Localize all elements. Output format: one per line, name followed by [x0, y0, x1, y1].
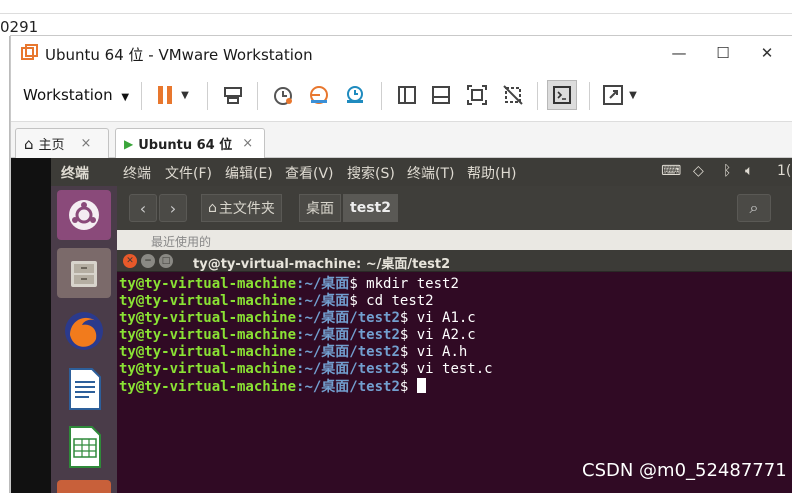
terminal-title: ty@ty-virtual-machine: ~/桌面/test2 — [193, 257, 451, 272]
vm-running-icon: ▶ — [124, 136, 134, 151]
ubuntu-launcher — [51, 186, 117, 493]
watermark: CSDN @m0_52487771 — [582, 460, 787, 481]
dash-icon[interactable] — [57, 190, 111, 240]
terminal-view-icon[interactable] — [547, 80, 577, 110]
terminal-maximize-icon[interactable]: □ — [159, 254, 173, 268]
terminal-window[interactable]: ✕ − □ ty@ty-virtual-machine: ~/桌面/test2 … — [117, 250, 792, 493]
menu-terminal-t[interactable]: 终端(T) — [407, 163, 454, 183]
terminal-output[interactable]: ty@ty-virtual-machine:~/桌面$ mkdir test2 … — [119, 276, 493, 395]
tab-ubuntu[interactable]: ▶ Ubuntu 64 位 × — [115, 128, 265, 158]
toolbar-divider — [537, 82, 538, 110]
menu-edit[interactable]: 编辑(E) — [225, 163, 273, 183]
active-app-name: 终端 — [61, 166, 89, 182]
ubuntu-top-panel: 终端 终端 文件(F) 编辑(E) 查看(V) 搜索(S) 终端(T) 帮助(H… — [51, 158, 792, 186]
bluetooth-icon[interactable]: ᛒ — [723, 163, 731, 179]
stretch-icon[interactable] — [599, 82, 627, 108]
menu-search[interactable]: 搜索(S) — [347, 163, 395, 183]
console-view-icon[interactable] — [427, 82, 455, 108]
send-keys-icon[interactable] — [219, 82, 247, 108]
wifi-icon[interactable]: ◇ — [693, 163, 704, 179]
pause-icon[interactable] — [151, 82, 179, 108]
breadcrumb-home-label: 主文件夹 — [218, 201, 275, 217]
clock-fragment[interactable]: 1( — [777, 163, 791, 179]
revert-snapshot-icon[interactable] — [305, 82, 333, 108]
host-window-edge — [0, 36, 10, 493]
terminal-line: ty@ty-virtual-machine:~/桌面/test2$ — [119, 378, 493, 395]
stretch-dropdown-icon[interactable]: ▼ — [625, 82, 641, 108]
snapshot-manager-icon[interactable] — [341, 82, 369, 108]
libreoffice-calc-icon[interactable] — [57, 422, 111, 472]
file-manager-body: 最近使用的 — [117, 230, 792, 250]
firefox-icon[interactable] — [57, 306, 111, 356]
menu-terminal[interactable]: 终端 — [123, 163, 151, 183]
terminal-line: ty@ty-virtual-machine:~/桌面/test2$ vi A2.… — [119, 327, 476, 343]
menu-view[interactable]: 查看(V) — [285, 163, 334, 183]
toolbar-divider — [141, 82, 142, 110]
vmware-window: Ubuntu 64 位 - VMware Workstation — ☐ ✕ W… — [10, 35, 792, 493]
vmware-logo-icon — [21, 44, 38, 60]
full-view-icon[interactable] — [393, 82, 421, 108]
terminal-titlebar: ✕ − □ ty@ty-virtual-machine: ~/桌面/test2 — [117, 250, 792, 272]
host-fragment-number: 0291 — [0, 18, 39, 36]
terminal-line: ty@ty-virtual-machine:~/桌面$ cd test2 — [119, 293, 434, 309]
breadcrumb-test2[interactable]: test2 — [343, 194, 398, 222]
tab-home-close[interactable]: × — [81, 136, 92, 151]
title-bar: Ubuntu 64 位 - VMware Workstation — ☐ ✕ — [11, 36, 792, 70]
chevron-down-icon: ▼ — [121, 92, 130, 103]
tab-home-label: 主页 — [38, 138, 65, 153]
menu-file[interactable]: 文件(F) — [165, 163, 212, 183]
files-icon[interactable] — [57, 248, 111, 298]
guest-display[interactable]: 终端 终端 文件(F) 编辑(E) 查看(V) 搜索(S) 终端(T) 帮助(H… — [11, 158, 792, 493]
toolbar-divider — [257, 82, 258, 110]
tab-home[interactable]: ⌂ 主页 × — [15, 128, 109, 158]
libreoffice-writer-icon[interactable] — [57, 364, 111, 414]
terminal-minimize-icon[interactable]: − — [141, 254, 155, 268]
terminal-cursor — [416, 378, 426, 393]
terminal-line: ty@ty-virtual-machine:~/桌面/test2$ vi A1.… — [119, 310, 476, 326]
workstation-menu-label: Workstation — [23, 86, 113, 104]
forward-icon[interactable]: › — [159, 194, 187, 222]
tab-ubuntu-label: Ubuntu 64 位 — [138, 138, 233, 153]
terminal-line: ty@ty-virtual-machine:~/桌面$ mkdir test2 — [119, 276, 459, 292]
back-icon[interactable]: ‹ — [129, 194, 157, 222]
tab-ubuntu-close[interactable]: × — [242, 136, 253, 151]
search-icon[interactable]: ⌕ — [737, 194, 771, 222]
workstation-menu[interactable]: Workstation ▼ — [23, 86, 129, 104]
breadcrumb-home[interactable]: ⌂ 主文件夹 — [201, 194, 282, 222]
volume-icon[interactable]: 🔈︎ — [745, 163, 753, 179]
sidebar-recent[interactable]: 最近使用的 — [151, 233, 211, 250]
tab-strip: ⌂ 主页 × ▶ Ubuntu 64 位 × — [11, 122, 792, 158]
software-center-icon[interactable] — [57, 480, 111, 493]
breadcrumb-desktop[interactable]: 桌面 — [299, 194, 341, 222]
minimize-button[interactable]: — — [657, 40, 701, 66]
pause-dropdown-icon[interactable]: ▼ — [177, 82, 193, 108]
terminal-line: ty@ty-virtual-machine:~/桌面/test2$ vi A.h — [119, 344, 468, 360]
close-button[interactable]: ✕ — [745, 40, 789, 66]
snapshot-icon[interactable] — [269, 82, 297, 108]
home-folder-icon: ⌂ — [208, 200, 217, 216]
keyboard-icon[interactable]: ⌨ — [661, 163, 681, 179]
unity-icon[interactable] — [499, 82, 527, 108]
host-window-strip — [0, 0, 792, 14]
guest-left-margin — [11, 158, 51, 493]
toolbar-divider — [207, 82, 208, 110]
fit-guest-icon[interactable] — [463, 82, 491, 108]
toolbar-divider — [589, 82, 590, 110]
toolbar-divider — [381, 82, 382, 110]
maximize-button[interactable]: ☐ — [701, 40, 745, 66]
menu-help[interactable]: 帮助(H) — [467, 163, 516, 183]
toolbar: Workstation ▼ ▼ ▼ — [11, 70, 792, 122]
terminal-line: ty@ty-virtual-machine:~/桌面/test2$ vi tes… — [119, 361, 493, 377]
window-title: Ubuntu 64 位 - VMware Workstation — [45, 46, 313, 64]
terminal-close-icon[interactable]: ✕ — [123, 254, 137, 268]
home-icon: ⌂ — [24, 134, 34, 153]
file-manager-header: ‹ › ⌂ 主文件夹 桌面 test2 ⌕ — [117, 186, 792, 230]
